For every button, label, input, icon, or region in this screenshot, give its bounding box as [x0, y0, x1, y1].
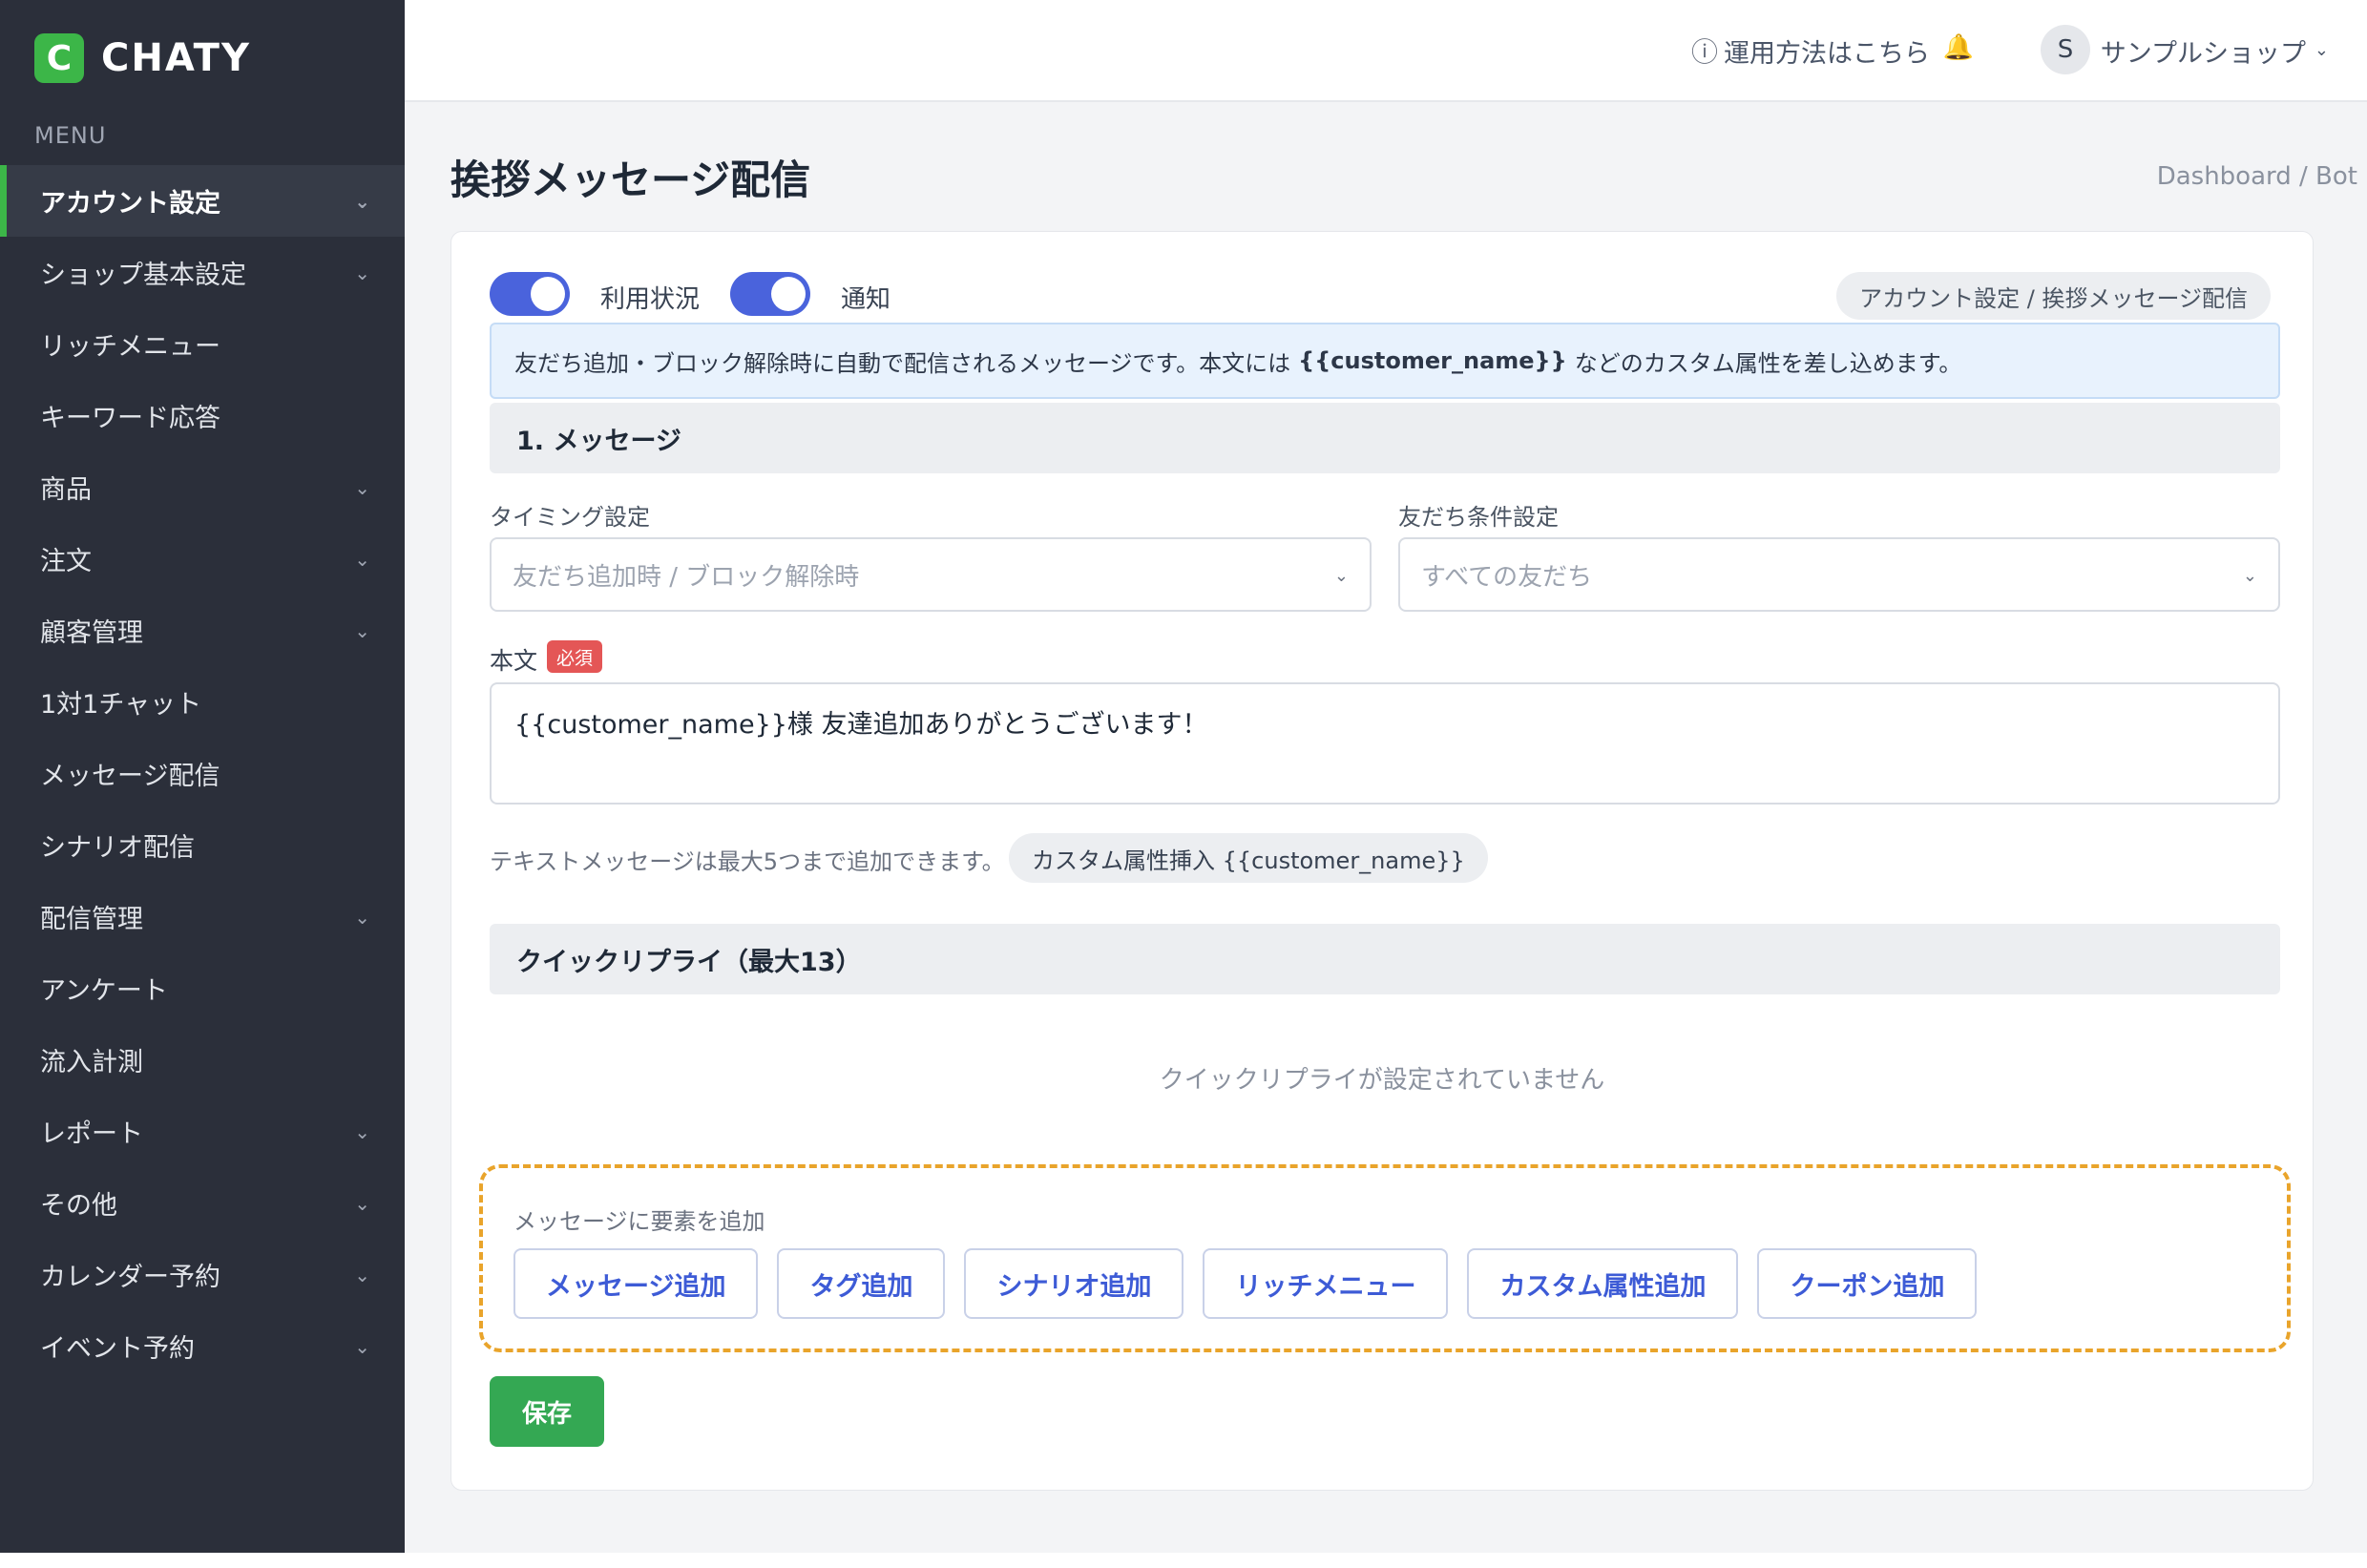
sidebar-item-label: 配信管理 — [40, 905, 143, 934]
page-title: 挨拶メッセージ配信 — [450, 157, 811, 203]
sidebar-item[interactable]: 注文 ⌄ — [0, 523, 405, 595]
quick-reply-empty-message: クイックリプライが設定されていません — [1159, 1066, 1605, 1095]
chevron-down-icon: ⌄ — [354, 475, 370, 499]
sidebar-item[interactable]: 顧客管理 ⌄ — [0, 595, 405, 666]
sidebar-item-label: アンケート — [40, 976, 168, 1006]
sidebar-item[interactable]: アンケート — [0, 952, 405, 1024]
sidebar-item[interactable]: 流入計測 — [0, 1024, 405, 1096]
top-header: ⓘ 運用方法はこちら 🔔 S サンプルショップ ⌄ — [405, 0, 2367, 102]
chevron-down-icon: ⌄ — [354, 1263, 370, 1286]
sidebar-item-label: ショップ基本設定 — [40, 261, 246, 290]
chevron-down-icon[interactable]: ⌄ — [2315, 40, 2329, 60]
brand-mark-icon: C — [34, 33, 84, 83]
sidebar-item-label: シナリオ配信 — [40, 833, 195, 863]
section-header-quick-reply: クイックリプライ（最大13） — [490, 924, 2280, 994]
info-variable: {{customer_name}} — [1298, 347, 1567, 374]
sidebar-item[interactable]: 1対1チャット — [0, 666, 405, 738]
chevron-down-icon: ⌄ — [354, 189, 370, 213]
sidebar-item-label: レポート — [40, 1119, 143, 1149]
add-element-button[interactable]: カスタム属性追加 — [1467, 1248, 1739, 1319]
required-badge: 必須 — [547, 640, 603, 673]
notify-toggle[interactable] — [730, 272, 810, 316]
chevron-down-icon: ⌄ — [354, 261, 370, 284]
sidebar-item-label: 商品 — [40, 475, 92, 505]
brand-logo[interactable]: C CHATY — [34, 33, 251, 83]
sidebar-item-label: その他 — [40, 1191, 117, 1221]
help-link-label: 運用方法はこちら — [1724, 38, 1930, 69]
friend-condition-select-value: すべての友だち — [1421, 562, 1593, 592]
section-header-message: 1. メッセージ — [490, 403, 2280, 473]
greeting-message-card: 利用状況 通知 アカウント設定 / 挨拶メッセージ配信 友だち追加・ブロック解除… — [450, 231, 2314, 1491]
add-element-button[interactable]: シナリオ追加 — [964, 1248, 1184, 1319]
add-element-buttons: メッセージ追加 タグ追加 シナリオ追加 リッチメニュー カスタム属性追加 クーポン追加 — [513, 1248, 1996, 1319]
friend-condition-select[interactable]: すべての友だち ⌄ — [1398, 537, 2280, 612]
breadcrumb[interactable]: Dashboard / Bot — [2157, 162, 2357, 191]
sidebar-item-label: アカウント設定 — [40, 189, 220, 219]
chevron-down-icon: ⌄ — [2242, 566, 2257, 586]
info-icon: ⓘ — [1690, 36, 1718, 68]
sidebar-item[interactable]: その他 ⌄ — [0, 1167, 405, 1239]
sidebar-item[interactable]: リッチメニュー — [0, 308, 405, 380]
sidebar-item[interactable]: メッセージ配信 — [0, 738, 405, 809]
chevron-down-icon: ⌄ — [354, 1119, 370, 1143]
info-text-after: などのカスタム属性を差し込めます。 — [1574, 349, 1962, 377]
body-label: 本文 — [490, 647, 538, 675]
add-element-button[interactable]: タグ追加 — [777, 1248, 946, 1319]
chevron-down-icon: ⌄ — [1333, 566, 1349, 586]
sidebar-item-label: カレンダー予約 — [40, 1263, 220, 1292]
sidebar-item[interactable]: レポート ⌄ — [0, 1096, 405, 1167]
sidebar-item-label: 流入計測 — [40, 1048, 143, 1077]
info-banner: 友だち追加・ブロック解除時に自動で配信されるメッセージです。本文には {{cus… — [490, 323, 2280, 399]
main-content: 挨拶メッセージ配信 Dashboard / Bot 利用状況 通知 アカウント設… — [405, 102, 2367, 1553]
sidebar-nav: アカウント設定 ⌄ ショップ基本設定 ⌄ リッチメニュー キーワード応答 商品 ⌄ 注文 ⌄ 顧客管… — [0, 165, 405, 1382]
sidebar-item-label: 注文 — [40, 547, 92, 576]
usage-toggle-label: 利用状況 — [600, 285, 701, 314]
chevron-down-icon: ⌄ — [354, 547, 370, 571]
save-button[interactable]: 保存 — [490, 1376, 604, 1447]
add-element-button[interactable]: クーポン追加 — [1757, 1248, 1978, 1319]
sidebar-item-label: 顧客管理 — [40, 618, 143, 648]
sidebar: C CHATY MENU アカウント設定 ⌄ ショップ基本設定 ⌄ リッチメニュー キーワ… — [0, 0, 405, 1553]
sidebar-item[interactable]: 配信管理 ⌄ — [0, 881, 405, 952]
sidebar-item[interactable]: カレンダー予約 ⌄ — [0, 1239, 405, 1310]
info-text-before: 友だち追加・ブロック解除時に自動で配信されるメッセージです。本文には — [514, 349, 1291, 377]
shop-name[interactable]: サンプルショップ — [2101, 32, 2306, 70]
sidebar-item-label: イベント予約 — [40, 1334, 195, 1364]
path-pill: アカウント設定 / 挨拶メッセージ配信 — [1836, 272, 2271, 320]
notify-toggle-label: 通知 — [841, 285, 891, 314]
add-element-title: メッセージに要素を追加 — [513, 1208, 765, 1235]
add-element-panel: メッセージに要素を追加 メッセージ追加 タグ追加 シナリオ追加 リッチメニュー カスタム… — [479, 1164, 2291, 1352]
help-link[interactable]: ⓘ 運用方法はこちら — [1691, 31, 1930, 70]
sidebar-item[interactable]: ショップ基本設定 ⌄ — [0, 237, 405, 308]
sidebar-item-label: メッセージ配信 — [40, 762, 220, 791]
body-textarea[interactable]: {{customer_name}}様 友達追加ありがとうございます！ — [490, 682, 2280, 805]
brand-name: CHATY — [101, 36, 251, 80]
sidebar-item-label: キーワード応答 — [40, 404, 220, 433]
add-element-button[interactable]: リッチメニュー — [1203, 1248, 1449, 1319]
insert-custom-attribute-button[interactable]: カスタム属性挿入 {{customer_name}} — [1009, 833, 1488, 883]
sidebar-item[interactable]: キーワード応答 — [0, 380, 405, 451]
sidebar-item-label: 1対1チャット — [40, 690, 202, 720]
sidebar-item[interactable]: イベント予約 ⌄ — [0, 1310, 405, 1382]
sidebar-item[interactable]: シナリオ配信 — [0, 809, 405, 881]
friend-condition-label: 友だち条件設定 — [1398, 504, 1559, 531]
chevron-down-icon: ⌄ — [354, 1191, 370, 1215]
add-element-button[interactable]: メッセージ追加 — [513, 1248, 759, 1319]
sidebar-item[interactable]: アカウント設定 ⌄ — [0, 165, 405, 237]
avatar[interactable]: S — [2041, 25, 2090, 74]
bell-icon[interactable]: 🔔 — [1943, 33, 1974, 62]
usage-toggle[interactable] — [490, 272, 570, 316]
sidebar-item-label: リッチメニュー — [40, 332, 220, 362]
timing-label: タイミング設定 — [490, 504, 650, 531]
timing-select-value: 友だち追加時 / ブロック解除時 — [513, 562, 860, 592]
chevron-down-icon: ⌄ — [354, 1334, 370, 1358]
timing-select[interactable]: 友だち追加時 / ブロック解除時 ⌄ — [490, 537, 1372, 612]
message-limit-hint: テキストメッセージは最大5つまで追加できます。 — [490, 848, 1005, 875]
menu-section-label: MENU — [34, 122, 107, 149]
chevron-down-icon: ⌄ — [354, 905, 370, 929]
chevron-down-icon: ⌄ — [354, 618, 370, 642]
sidebar-item[interactable]: 商品 ⌄ — [0, 451, 405, 523]
